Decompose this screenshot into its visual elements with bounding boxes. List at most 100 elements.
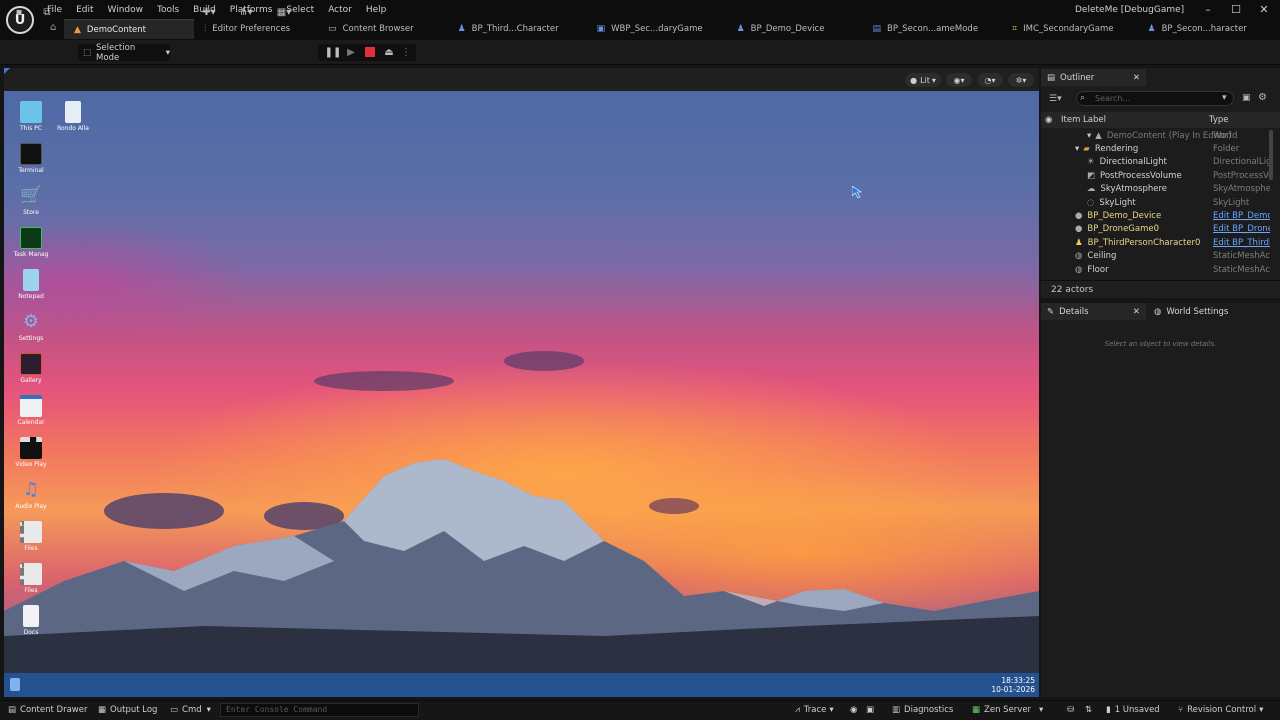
cinematics-icon[interactable]: ▦▾	[270, 5, 298, 20]
tab-editor-preferences[interactable]: ⫶ Editor Preferences	[194, 19, 318, 39]
expand-arrow-icon[interactable]: ▾	[1075, 144, 1079, 154]
zen-server-button[interactable]: ▦ Zen Server ▾	[972, 704, 1043, 716]
add-actor-icon[interactable]: ✚▾	[196, 5, 222, 20]
menu-tools[interactable]: Tools	[150, 5, 186, 15]
menu-help[interactable]: Help	[359, 5, 394, 15]
outliner-row[interactable]: ▾ ▰ Rendering Folder	[1041, 142, 1270, 155]
show-flags-button[interactable]: ◉▾	[946, 73, 972, 87]
edit-blueprint-link[interactable]: Edit BP_Drone	[1213, 224, 1270, 234]
outliner-row[interactable]: ● BP_Demo_Device Edit BP_Demo	[1041, 209, 1270, 222]
save-icon[interactable]: ▪	[11, 5, 27, 20]
unsaved-button[interactable]: ▮ 1 Unsaved	[1106, 704, 1160, 716]
outliner-row-label: ◌ SkyLight	[1087, 198, 1136, 208]
gear-icon[interactable]: ⚙	[1258, 92, 1267, 103]
tab-outliner[interactable]: ▤ Outliner ✕	[1041, 69, 1146, 86]
desktop-icon-terminal[interactable]: Terminal	[9, 143, 53, 174]
tab-bp-third-character[interactable]: ♟ BP_Third...Character	[448, 19, 587, 39]
chevron-down-icon[interactable]: ▾	[1222, 93, 1227, 103]
game-desktop-wallpaper[interactable]	[4, 91, 1039, 673]
mesh-icon: ◍	[1075, 251, 1083, 262]
chevron-down-icon: ▾	[931, 75, 936, 85]
tab-imc-secondary-game[interactable]: ⌗ IMC_SecondaryGame	[1002, 19, 1137, 39]
desktop-icon-calendar[interactable]: Calendar	[9, 395, 53, 426]
desktop-icon-files-1[interactable]: Files	[9, 521, 53, 552]
outliner-row[interactable]: ♟ BP_ThirdPersonCharacter0 Edit BP_ThirdP	[1041, 236, 1270, 249]
home-icon[interactable]: ⌂	[50, 22, 56, 33]
desktop-icon-this-pc[interactable]: This PC	[9, 101, 53, 132]
diagnostics-button[interactable]: ▥ Diagnostics	[892, 704, 953, 716]
desktop-icon-task-manager[interactable]: Task Manag	[9, 227, 53, 258]
output-log-button[interactable]: ▦ Output Log	[98, 704, 157, 716]
desktop-icon-files-2[interactable]: Files	[9, 563, 53, 594]
lit-mode-button[interactable]: ● Lit ▾	[905, 73, 941, 87]
cmd-dropdown[interactable]: ▭ Cmd ▾	[170, 704, 211, 716]
tab-world-settings[interactable]: ◍ World Settings	[1148, 303, 1280, 320]
visibility-icon[interactable]: ◉	[1045, 115, 1052, 125]
edit-blueprint-link[interactable]: Edit BP_ThirdP	[1213, 238, 1270, 248]
outliner-row[interactable]: ◍ Ceiling StaticMeshActor	[1041, 250, 1270, 263]
outliner-row[interactable]: ◌ SkyLight SkyLight	[1041, 196, 1270, 209]
expand-arrow-icon[interactable]: ▾	[1087, 131, 1091, 141]
close-icon[interactable]: ✕	[1256, 3, 1272, 17]
outliner-row[interactable]: ☁ SkyAtmosphere SkyAtmosphere	[1041, 183, 1270, 196]
edit-blueprint-link[interactable]: Edit BP_Demo	[1213, 211, 1270, 221]
tab-wbp-secondary-game[interactable]: ▣ WBP_Sec...daryGame	[587, 19, 727, 39]
eject-icon[interactable]: ⏏	[381, 45, 397, 60]
console-command-input[interactable]: Enter Console Command	[220, 703, 419, 717]
minimize-icon[interactable]: –	[1200, 3, 1216, 17]
blueprint-dropdown-icon[interactable]: ⋔▾	[232, 5, 260, 20]
trace-button[interactable]: ⩘ Trace ▾	[795, 704, 834, 716]
derived-data-icon[interactable]: ⇅	[1085, 704, 1092, 716]
menu-edit[interactable]: Edit	[69, 5, 100, 15]
desktop-icon-audio-player[interactable]: ♫ Audio Play	[9, 479, 53, 510]
tab-details[interactable]: ✎ Details ✕	[1041, 303, 1146, 320]
maximize-icon[interactable]: ☐	[1228, 3, 1244, 17]
menu-window[interactable]: Window	[101, 5, 151, 15]
browse-icon[interactable]: ⧉	[39, 5, 55, 20]
desktop-icon-video-player[interactable]: Video Play	[9, 437, 53, 468]
outliner-row-label: ☀ DirectionalLight	[1087, 157, 1167, 167]
filter-icon[interactable]: ☰▾	[1049, 94, 1062, 104]
camera-icon[interactable]: ▣	[866, 704, 874, 716]
start-button-icon[interactable]	[10, 678, 20, 691]
col-item-label[interactable]: Item Label	[1061, 115, 1106, 125]
trace-label: Trace	[803, 705, 827, 715]
desktop-icon-docs[interactable]: Docs	[9, 605, 53, 636]
content-drawer-button[interactable]: ▤ Content Drawer	[8, 704, 87, 716]
close-icon[interactable]: ✕	[1133, 307, 1140, 317]
tab-democontent[interactable]: ▲ DemoContent	[64, 19, 194, 39]
close-icon[interactable]: ✕	[1133, 73, 1140, 83]
outliner-scrollbar[interactable]	[1269, 130, 1273, 180]
desktop-icon-gallery[interactable]: Gallery	[9, 353, 53, 384]
tab-bp-demo-device[interactable]: ♟ BP_Demo_Device	[727, 19, 863, 39]
selection-mode-dropdown[interactable]: ⬚ Selection Mode ▾	[78, 43, 170, 63]
desktop-icon-settings[interactable]: ⚙ Settings	[9, 311, 53, 342]
menu-actor[interactable]: Actor	[321, 5, 359, 15]
desktop-icon-store[interactable]: 🛒 Store	[9, 185, 53, 216]
tab-bp-secondary-gamemode[interactable]: ▤ BP_Secon...ameMode	[862, 19, 1002, 39]
record-icon[interactable]: ◉	[850, 704, 857, 716]
eye-icon: ◉▾	[953, 75, 965, 85]
pause-icon[interactable]: ❚❚	[325, 45, 342, 60]
desktop-icon-notepad[interactable]: Notepad	[9, 269, 53, 300]
more-options-icon[interactable]: ⋮	[400, 45, 412, 60]
performance-button[interactable]: ◔▾	[977, 73, 1003, 87]
outliner-row[interactable]: ◩ PostProcessVolume PostProcessVolume	[1041, 169, 1270, 182]
mesh-icon: ◍	[1075, 264, 1083, 275]
revision-control-button[interactable]: ⑂ Revision Control ▾	[1178, 704, 1263, 716]
tab-content-browser[interactable]: ▭ Content Browser	[318, 19, 447, 39]
row-type: SkyLight	[1213, 197, 1250, 208]
outliner-row[interactable]: ☀ DirectionalLight DirectionalLight	[1041, 156, 1270, 169]
outliner-row[interactable]: ▾ ▲ DemoContent (Play In Editor) World	[1041, 129, 1270, 142]
desktop-icon-rondo[interactable]: Rondo Alla	[51, 101, 95, 132]
source-control-icon[interactable]: ⛁	[1067, 704, 1074, 716]
outliner-row[interactable]: ● BP_DroneGame0 Edit BP_Drone	[1041, 223, 1270, 236]
outliner-row[interactable]: ◍ Floor StaticMeshActor	[1041, 263, 1270, 276]
step-icon[interactable]: ▶	[343, 45, 359, 60]
tab-bp-secondary-character[interactable]: ♟ BP_Secon...haracter	[1138, 19, 1257, 39]
col-type[interactable]: Type	[1209, 115, 1229, 125]
viewport-settings-button[interactable]: ✲▾	[1008, 73, 1034, 87]
stop-icon[interactable]	[365, 47, 375, 57]
outliner-search-input[interactable]: Search...	[1076, 91, 1234, 106]
add-folder-icon[interactable]: ▣	[1242, 93, 1251, 103]
